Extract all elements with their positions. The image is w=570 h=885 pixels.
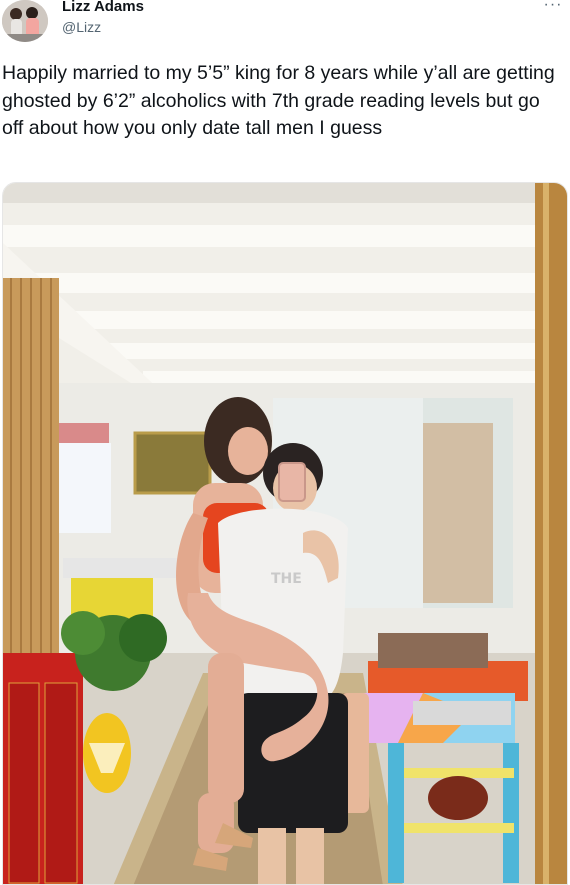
tweet-text: Happily married to my 5’5” king for 8 ye…	[2, 62, 555, 139]
avatar[interactable]	[2, 0, 48, 42]
tweet-photo[interactable]: THE	[2, 182, 568, 885]
shirt-graphic-text: THE	[271, 571, 302, 587]
tweet-header: Lizz Adams @Lizz ···	[0, 0, 570, 50]
author-display-name[interactable]: Lizz Adams	[62, 0, 144, 16]
author-block: Lizz Adams @Lizz	[62, 0, 144, 36]
author-handle[interactable]: @Lizz	[62, 18, 144, 36]
photo-illustration: THE	[3, 183, 567, 884]
more-horizontal-icon[interactable]: ···	[540, 0, 566, 18]
